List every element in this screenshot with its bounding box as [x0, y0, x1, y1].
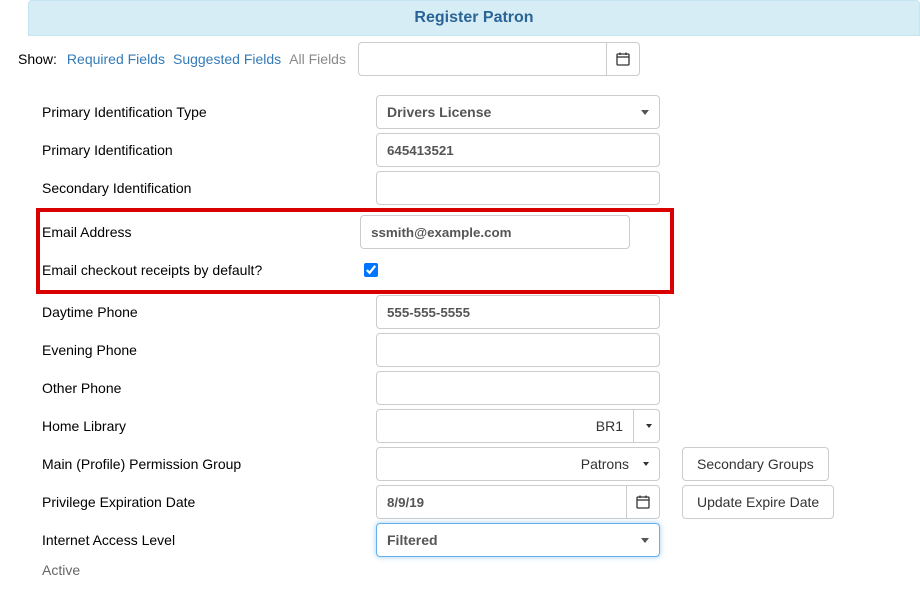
show-all-current: All Fields: [289, 51, 346, 67]
chevron-down-icon: [641, 110, 649, 115]
primary-id-input[interactable]: [376, 133, 660, 167]
show-suggested-link[interactable]: Suggested Fields: [173, 51, 281, 67]
label-perm-group: Main (Profile) Permission Group: [42, 454, 362, 474]
show-label: Show:: [18, 51, 57, 67]
internet-access-select[interactable]: Filtered: [376, 523, 660, 557]
form-area: Primary Identification Type Drivers Lice…: [42, 94, 920, 596]
email-input[interactable]: [360, 215, 630, 249]
other-phone-input[interactable]: [376, 371, 660, 405]
row-eve-phone: Evening Phone: [42, 332, 920, 368]
secondary-id-input[interactable]: [376, 171, 660, 205]
row-active: Active: [42, 560, 920, 596]
day-phone-input[interactable]: [376, 295, 660, 329]
row-email: Email Address: [42, 214, 630, 250]
row-perm-group: Main (Profile) Permission Group Patrons …: [42, 446, 920, 482]
priv-exp-calendar-button[interactable]: [626, 485, 660, 519]
label-email-receipts: Email checkout receipts by default?: [42, 260, 346, 280]
row-day-phone: Daytime Phone: [42, 294, 920, 330]
label-internet: Internet Access Level: [42, 530, 362, 550]
label-priv-exp: Privilege Expiration Date: [42, 492, 362, 512]
calendar-icon: [636, 495, 650, 509]
home-library-select[interactable]: BR1: [376, 409, 660, 443]
show-required-link[interactable]: Required Fields: [67, 51, 165, 67]
calendar-icon: [616, 52, 630, 66]
row-secondary-id: Secondary Identification: [42, 170, 920, 206]
row-other-phone: Other Phone: [42, 370, 920, 406]
perm-group-select[interactable]: Patrons: [376, 447, 660, 481]
page-title: Register Patron: [414, 9, 533, 26]
toolbar-date-input[interactable]: [358, 42, 606, 76]
row-email-receipts: Email checkout receipts by default?: [42, 252, 630, 288]
email-highlight-box: Email Address Email checkout receipts by…: [36, 208, 674, 294]
label-eve-phone: Evening Phone: [42, 340, 362, 360]
email-receipts-checkbox[interactable]: [364, 263, 378, 277]
toolbar-calendar-button[interactable]: [606, 42, 640, 76]
chevron-down-icon: [646, 424, 652, 428]
eve-phone-input[interactable]: [376, 333, 660, 367]
row-primary-id: Primary Identification: [42, 132, 920, 168]
label-primary-id: Primary Identification: [42, 140, 362, 160]
row-internet: Internet Access Level Filtered: [42, 522, 920, 558]
chevron-down-icon: [641, 538, 649, 543]
label-home-library: Home Library: [42, 416, 362, 436]
primary-id-type-select[interactable]: Drivers License: [376, 95, 660, 129]
chevron-down-icon: [643, 462, 649, 466]
label-primary-id-type: Primary Identification Type: [42, 102, 362, 122]
page-title-bar: Register Patron: [28, 0, 920, 36]
update-expire-button[interactable]: Update Expire Date: [682, 485, 834, 519]
label-email: Email Address: [42, 222, 346, 242]
label-secondary-id: Secondary Identification: [42, 178, 362, 198]
secondary-groups-button[interactable]: Secondary Groups: [682, 447, 829, 481]
priv-exp-input[interactable]: [376, 485, 626, 519]
show-toolbar: Show: Required Fields Suggested Fields A…: [18, 42, 920, 76]
label-active: Active: [42, 560, 362, 580]
label-other-phone: Other Phone: [42, 378, 362, 398]
label-day-phone: Daytime Phone: [42, 302, 362, 322]
row-primary-id-type: Primary Identification Type Drivers Lice…: [42, 94, 920, 130]
row-priv-exp: Privilege Expiration Date Update Expire …: [42, 484, 920, 520]
row-home-library: Home Library BR1: [42, 408, 920, 444]
